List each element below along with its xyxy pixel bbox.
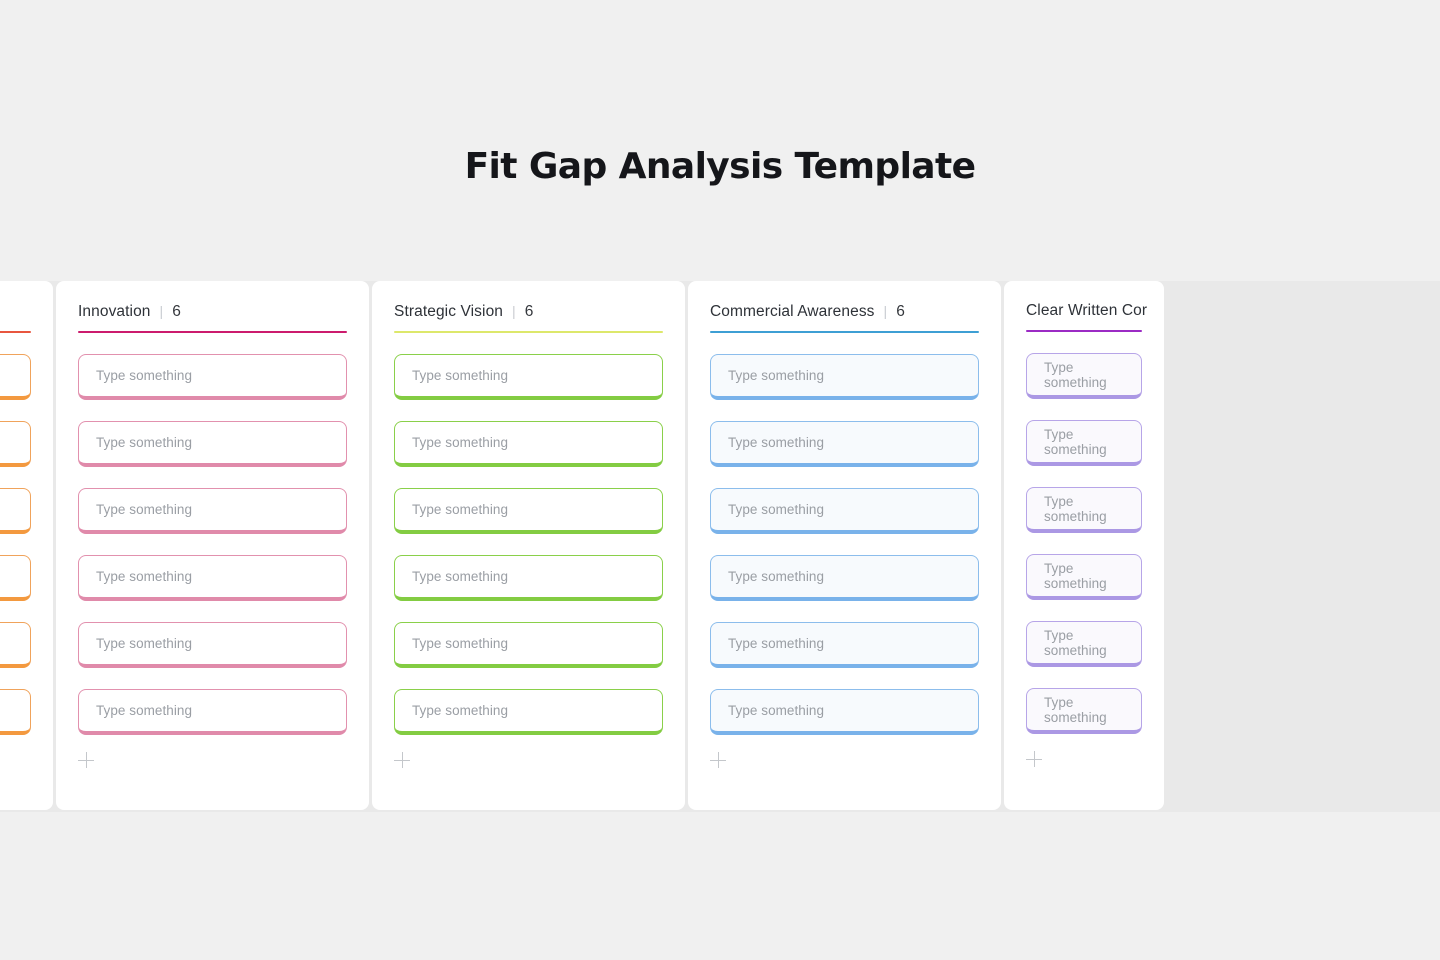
card-placeholder: Type something xyxy=(96,703,193,718)
column-accent-rule xyxy=(710,331,979,333)
card-placeholder: Type something xyxy=(1044,694,1107,725)
header-band: Fit Gap Analysis Template xyxy=(0,0,1440,281)
card-input[interactable]: Type something xyxy=(1026,554,1142,600)
plus-icon xyxy=(394,752,410,768)
card-input[interactable]: Type something xyxy=(0,555,31,601)
kanban-board: Type something Type something Type somethi… xyxy=(0,281,1440,812)
card-placeholder: Type something xyxy=(96,502,193,517)
card-placeholder: Type something xyxy=(96,368,193,383)
card-input[interactable]: Type something xyxy=(78,555,347,601)
column-header[interactable]: Innovation | 6 xyxy=(78,301,347,322)
column-card-count: 6 xyxy=(896,303,906,320)
card-input[interactable]: Type something xyxy=(394,488,663,534)
card-input[interactable]: Type something xyxy=(1026,621,1142,667)
card-placeholder: Type something xyxy=(412,569,509,584)
add-card-button[interactable] xyxy=(710,752,979,793)
card-input[interactable]: Type something xyxy=(710,622,979,668)
card-list: Type something Type something Type somethi… xyxy=(394,354,663,735)
column-separator: | xyxy=(883,303,888,319)
column-card-count: 6 xyxy=(524,303,534,320)
card-input[interactable]: Type something xyxy=(0,354,31,400)
plus-icon xyxy=(1026,751,1042,767)
card-placeholder: Type something xyxy=(96,569,193,584)
card-input[interactable]: Type something xyxy=(1026,420,1142,466)
card-input[interactable]: Type something xyxy=(78,354,347,400)
page-title: Fit Gap Analysis Template xyxy=(464,146,976,187)
board-column-col-commercial-awareness: Commercial Awareness | 6 Type something Type… xyxy=(688,281,1001,810)
card-list: Type something Type something Type somethi… xyxy=(78,354,347,735)
card-placeholder: Type something xyxy=(412,636,509,651)
column-title: Strategic Vision xyxy=(394,303,504,320)
card-input[interactable]: Type something xyxy=(78,488,347,534)
column-separator: | xyxy=(159,303,164,319)
card-placeholder: Type something xyxy=(96,636,193,651)
column-header[interactable]: Analytical Problem Solving|6 xyxy=(0,301,31,322)
card-placeholder: Type something xyxy=(412,435,509,450)
card-input[interactable]: Type something xyxy=(1026,487,1142,533)
card-placeholder: Type something xyxy=(728,569,825,584)
column-accent-rule xyxy=(1026,330,1142,332)
column-separator: | xyxy=(512,303,516,319)
add-card-button[interactable] xyxy=(0,752,31,793)
card-placeholder: Type something xyxy=(412,368,509,383)
board-column-col-clear-written-communication: Clear Written Cor Type something Type some… xyxy=(1004,281,1164,810)
board-column-col-innovation: Innovation | 6 Type something Type something… xyxy=(56,281,369,810)
card-placeholder: Type something xyxy=(1044,560,1107,591)
card-list: Type something Type something Type somethi… xyxy=(1026,353,1142,734)
card-input[interactable]: Type something xyxy=(710,555,979,601)
column-accent-rule xyxy=(78,331,347,333)
card-input[interactable]: Type something xyxy=(0,421,31,467)
card-input[interactable]: Type something xyxy=(394,555,663,601)
card-placeholder: Type something xyxy=(728,703,825,718)
add-card-button[interactable] xyxy=(78,752,347,793)
card-input[interactable]: Type something xyxy=(394,689,663,735)
card-input[interactable]: Type something xyxy=(710,354,979,400)
column-header[interactable]: Strategic Vision | 6 xyxy=(394,301,663,322)
card-input[interactable]: Type something xyxy=(78,421,347,467)
plus-icon xyxy=(78,752,94,768)
add-card-button[interactable] xyxy=(394,752,663,793)
column-card-count: 6 xyxy=(172,303,182,320)
card-placeholder: Type something xyxy=(1044,426,1107,457)
column-title: Innovation xyxy=(78,303,151,320)
footer-band xyxy=(0,812,1440,960)
card-placeholder: Type something xyxy=(1044,359,1107,390)
column-header[interactable]: Commercial Awareness | 6 xyxy=(710,301,979,322)
card-list: Type something Type something Type somethi… xyxy=(710,354,979,735)
card-input[interactable]: Type something xyxy=(0,622,31,668)
card-input[interactable]: Type something xyxy=(710,488,979,534)
card-input[interactable]: Type something xyxy=(394,622,663,668)
page-root: Fit Gap Analysis Template Type something… xyxy=(0,0,1440,960)
add-card-button[interactable] xyxy=(1026,751,1142,792)
card-input[interactable]: Type something xyxy=(1026,353,1142,399)
card-placeholder: Type something xyxy=(728,435,825,450)
column-accent-rule xyxy=(0,331,31,333)
column-header[interactable]: Clear Written Cor xyxy=(1026,301,1147,321)
card-placeholder: Type something xyxy=(1044,627,1107,658)
card-input[interactable]: Type something xyxy=(710,689,979,735)
card-placeholder: Type something xyxy=(728,502,825,517)
column-title: Commercial Awareness xyxy=(710,303,875,320)
column-accent-rule xyxy=(394,331,663,333)
card-input[interactable]: Type something xyxy=(78,622,347,668)
plus-icon xyxy=(710,752,726,768)
card-placeholder: Type something xyxy=(412,502,509,517)
board-column-col-analytical-problem-solving: Analytical Problem Solving|6 Type somethi… xyxy=(0,281,53,810)
card-placeholder: Type something xyxy=(1044,493,1107,524)
card-placeholder: Type something xyxy=(728,368,825,383)
card-input[interactable]: Type something xyxy=(394,354,663,400)
card-input[interactable]: Type something xyxy=(78,689,347,735)
card-placeholder: Type something xyxy=(96,435,193,450)
card-input[interactable]: Type something xyxy=(710,421,979,467)
card-input[interactable]: Type something xyxy=(1026,688,1142,734)
board-column-col-strategic-vision: Strategic Vision | 6 Type something Type som… xyxy=(372,281,685,810)
card-input[interactable]: Type something xyxy=(0,689,31,735)
column-title: Clear Written Cor xyxy=(1026,302,1148,319)
card-list: Type something Type something Type somethi… xyxy=(0,354,31,735)
card-placeholder: Type something xyxy=(728,636,825,651)
card-input[interactable]: Type something xyxy=(0,488,31,534)
card-placeholder: Type something xyxy=(412,703,509,718)
card-input[interactable]: Type something xyxy=(394,421,663,467)
